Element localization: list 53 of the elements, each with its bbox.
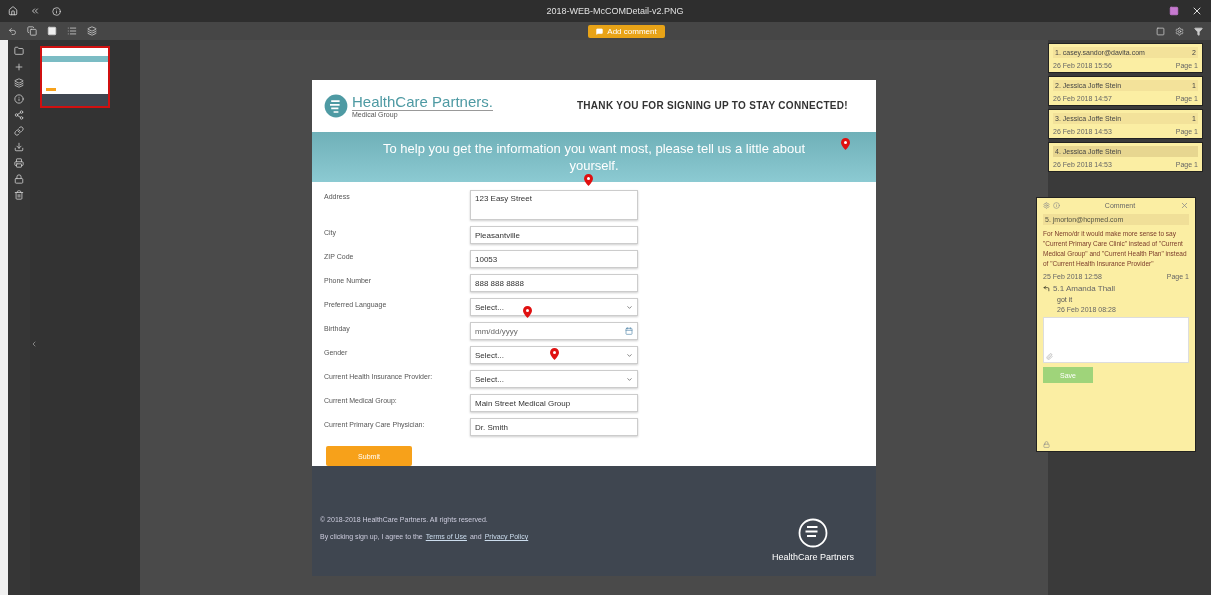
settings-icon[interactable]: [1175, 26, 1184, 36]
info-icon[interactable]: [14, 94, 24, 104]
folder-icon[interactable]: [14, 46, 24, 56]
download-icon[interactable]: [14, 142, 24, 152]
address-field[interactable]: 123 Easy Street: [470, 190, 638, 221]
caret-icon: [626, 303, 633, 311]
color-swatch-icon[interactable]: [1169, 6, 1179, 16]
calendar-icon: [625, 327, 633, 336]
back-icon[interactable]: [30, 6, 40, 16]
text-field[interactable]: Dr. Smith: [470, 418, 638, 437]
reply-field[interactable]: [1043, 317, 1189, 363]
text-field[interactable]: 888 888 8888: [470, 274, 638, 293]
text-field[interactable]: Main Street Medical Group: [470, 394, 638, 413]
comment-icon: [596, 27, 604, 35]
map-pin-icon: [841, 138, 850, 150]
stack-icon[interactable]: [14, 78, 24, 88]
trash-icon[interactable]: [14, 190, 24, 200]
reply-icon: [1043, 285, 1050, 292]
collapse-icon[interactable]: [30, 340, 38, 348]
plus-icon[interactable]: [14, 62, 24, 72]
map-pin-icon: [550, 348, 559, 360]
page-view-icon[interactable]: [47, 26, 57, 36]
layers-icon[interactable]: [87, 26, 97, 36]
reply-author: 5.1 Amanda Thall: [1053, 284, 1116, 293]
map-pin-icon: [584, 174, 593, 186]
select-field[interactable]: Select...: [470, 370, 638, 389]
page-thumbnail[interactable]: [40, 46, 110, 108]
banner-text: To help you get the information you want most, please tell us a little about yourself.: [382, 140, 806, 174]
home-icon[interactable]: [8, 6, 18, 16]
filter-icon[interactable]: [1194, 26, 1203, 36]
caret-icon: [626, 375, 633, 383]
window-title: 2018-WEB-McCOMDetail-v2.PNG: [545, 6, 685, 16]
text-field[interactable]: 10053: [470, 250, 638, 269]
link-icon[interactable]: [14, 126, 24, 136]
map-pin-icon: [523, 306, 532, 318]
select-field[interactable]: Select...: [470, 346, 638, 365]
text-field[interactable]: Pleasantville: [470, 226, 638, 245]
share-icon[interactable]: [14, 110, 24, 120]
undo-icon[interactable]: [8, 26, 17, 36]
footer-logo-name: HealthCare Partners: [771, 552, 854, 562]
caret-icon: [626, 351, 633, 359]
logo-icon: [324, 93, 348, 118]
logo-icon: [797, 518, 828, 548]
printer-icon[interactable]: [14, 158, 24, 168]
lock-icon[interactable]: [14, 174, 24, 184]
lock-icon: [1043, 441, 1050, 448]
page-heading: THANK YOU FOR SIGNING UP TO STAY CONNECTED!: [576, 100, 848, 112]
panel-icon[interactable]: [1156, 26, 1165, 36]
date-field[interactable]: mm/dd/yyyy: [470, 322, 638, 341]
close-icon[interactable]: [1191, 5, 1203, 17]
logo-name: HealthCare Partners.: [352, 93, 493, 112]
select-field[interactable]: Select...: [470, 298, 638, 317]
list-icon[interactable]: [67, 26, 77, 36]
